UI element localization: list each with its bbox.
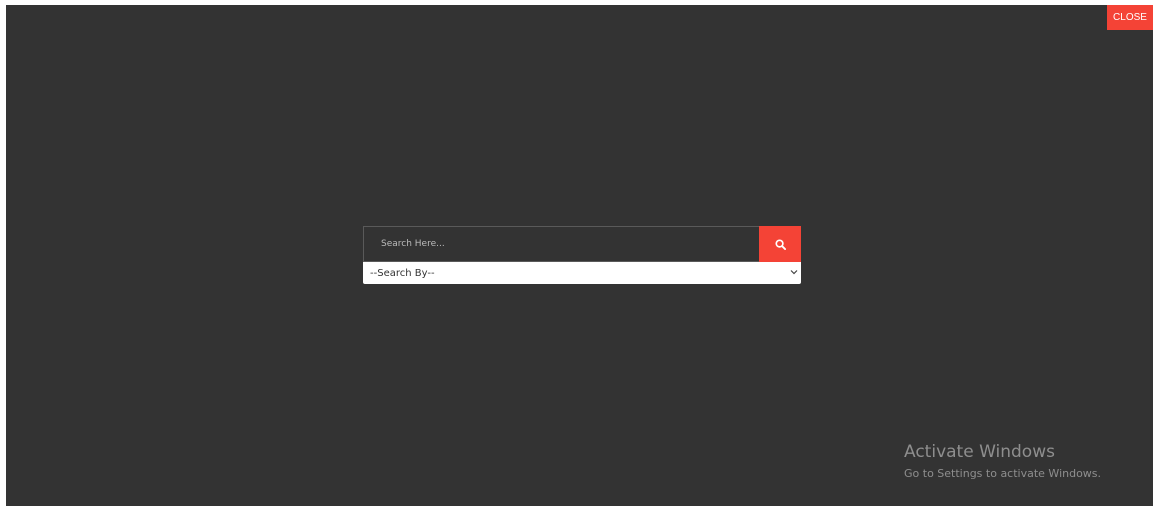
search-overlay: CLOSE --Search By-- Activate Windows Go … (6, 5, 1153, 506)
search-row (363, 226, 801, 262)
search-input[interactable] (363, 226, 759, 262)
chevron-down-icon (790, 270, 798, 275)
search-by-selected: --Search By-- (370, 267, 435, 279)
search-form: --Search By-- (363, 226, 801, 284)
windows-activation-watermark: Activate Windows Go to Settings to activ… (904, 441, 1101, 483)
search-icon (774, 238, 786, 250)
search-by-select[interactable]: --Search By-- (363, 262, 801, 284)
close-button[interactable]: CLOSE (1107, 5, 1153, 30)
search-button[interactable] (759, 226, 801, 262)
watermark-title: Activate Windows (904, 442, 1055, 462)
watermark-subtitle: Go to Settings to activate Windows. (904, 467, 1102, 480)
